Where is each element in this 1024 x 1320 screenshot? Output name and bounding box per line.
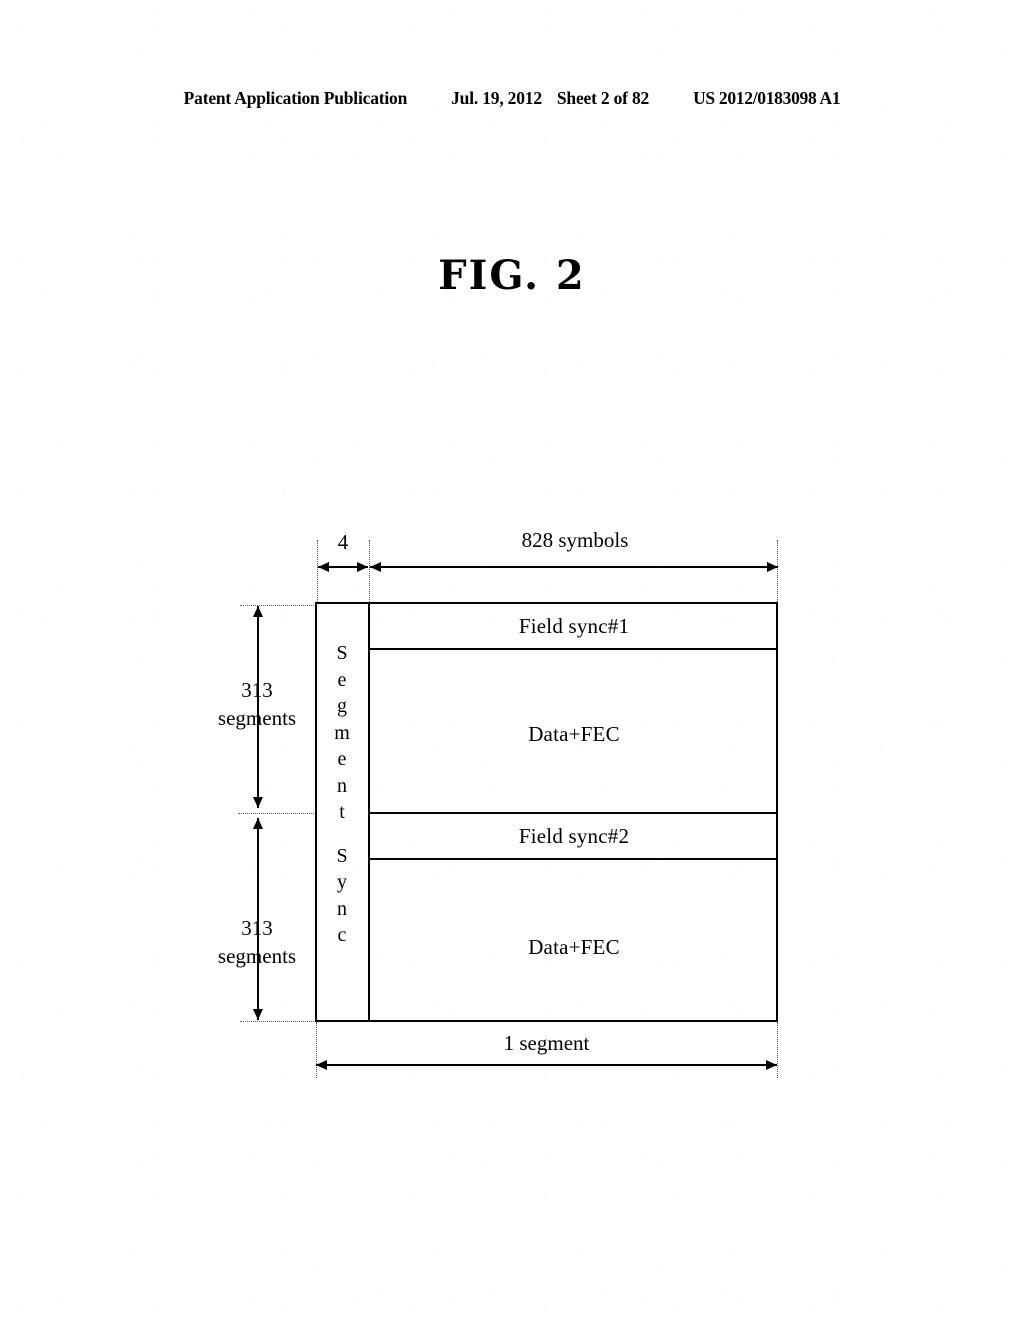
segment-sync-letter: e (337, 748, 347, 770)
band-label-data-fec-1: Data+FEC (528, 722, 620, 746)
segment-sync-letter: S (336, 642, 348, 664)
band-separator-2 (368, 812, 778, 814)
segments-count-top-number: 313 (241, 678, 273, 702)
band-label-field-sync-2: Field sync#2 (518, 824, 630, 848)
guide-line-middle (238, 813, 318, 814)
dimension-label-828-symbols: 828 symbols (521, 528, 629, 552)
segment-sync-word-gap (316, 826, 368, 843)
guide-line-top (240, 605, 318, 606)
segments-count-bottom-number: 313 (241, 916, 273, 940)
segments-count-top-unit: segments (217, 706, 297, 730)
segment-sync-letter: e (337, 668, 347, 691)
segments-count-bottom: 313 segments (182, 914, 332, 970)
segment-sync-letter: y (337, 871, 347, 893)
segment-sync-letter: n (337, 774, 347, 797)
band-label-field-sync-1: Field sync#1 (518, 614, 630, 638)
dimension-label-1-segment: 1 segment (503, 1031, 590, 1055)
dimension-label-4: 4 (337, 530, 349, 554)
vsb-frame-diagram: 4 828 symbols 313 segments 313 segments … (0, 0, 1024, 1320)
segments-count-top: 313 segments (182, 676, 332, 732)
band-separator-3 (368, 858, 778, 860)
segment-sync-letter: c (337, 924, 347, 946)
guide-line-bottom (240, 1021, 318, 1022)
segments-count-bottom-unit: segments (217, 944, 297, 968)
band-label-data-fec-2: Data+FEC (528, 935, 620, 959)
dimension-arrow-828-symbols (370, 562, 778, 572)
segment-sync-letter: n (337, 897, 347, 920)
dimension-arrow-1-segment (316, 1060, 777, 1070)
segment-sync-letter: S (336, 844, 348, 867)
dimension-arrow-4 (318, 562, 368, 572)
segment-sync-column: S e g m e n t S y n c (316, 640, 368, 949)
segment-sync-letter: m (334, 721, 350, 744)
segment-sync-letter: g (337, 695, 347, 717)
band-separator-1 (368, 648, 778, 650)
segment-sync-letter: t (339, 801, 345, 823)
